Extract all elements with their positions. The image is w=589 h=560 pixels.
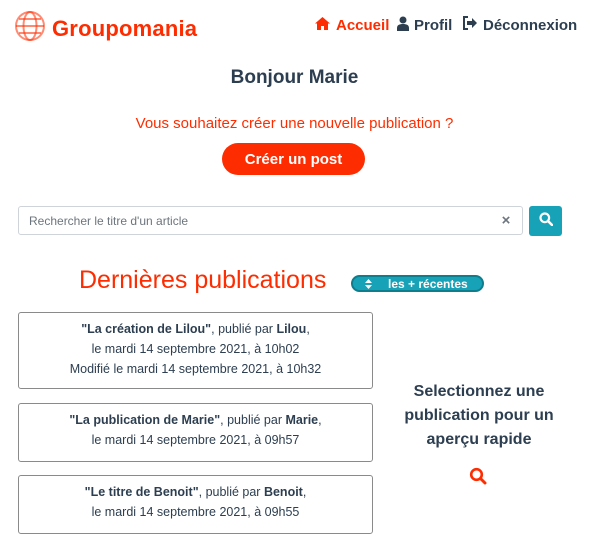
home-icon (314, 16, 331, 35)
logout-icon (462, 16, 478, 34)
globe-logo-icon (14, 10, 46, 47)
nav-profile-label: Profil (414, 17, 453, 34)
publication-title: "Le titre de Benoit" (84, 485, 199, 499)
publication-date: le mardi 14 septembre 2021, à 09h55 (91, 505, 300, 519)
publication-card[interactable]: "La publication de Marie", publié par Ma… (18, 403, 373, 462)
publication-date: le mardi 14 septembre 2021, à 09h57 (91, 433, 300, 447)
clear-search-icon[interactable]: × (496, 212, 516, 229)
search-bar: × (18, 206, 523, 235)
user-icon (397, 16, 409, 35)
published-by-text: , publié par (211, 322, 277, 336)
author-suffix: , (302, 485, 307, 499)
published-by-text: , publié par (198, 485, 264, 499)
publication-title: "La publication de Marie" (69, 413, 221, 427)
publication-heading-line: "La publication de Marie", publié par Ma… (19, 410, 372, 430)
nav-logout-label: Déconnexion (483, 16, 578, 34)
search-icon (538, 211, 553, 231)
author-suffix: , (318, 413, 322, 427)
search-button[interactable] (529, 206, 562, 236)
publication-heading-line: "La création de Lilou", publié par Lilou… (19, 319, 372, 339)
preview-hint: Selectionnez une publication pour un ape… (404, 383, 554, 448)
publication-date: le mardi 14 septembre 2021, à 10h02 (91, 342, 300, 356)
publication-modified-date: Modifié le mardi 14 septembre 2021, à 10… (69, 362, 322, 376)
search-icon (469, 467, 487, 490)
publication-title: "La création de Lilou" (81, 322, 212, 336)
publication-author: Lilou (276, 322, 307, 336)
publication-card[interactable]: "Le titre de Benoit", publié par Benoit,… (18, 475, 373, 534)
publication-heading-line: "Le titre de Benoit", publié par Benoit, (19, 482, 372, 502)
sort-toggle-button[interactable]: les + récentes (351, 275, 484, 292)
create-post-button[interactable]: Créer un post (222, 143, 365, 175)
create-prompt: Vous souhaitez créer une nouvelle public… (135, 115, 454, 132)
author-suffix: , (306, 322, 310, 336)
published-by-text: , publié par (220, 413, 286, 427)
greeting-heading: Bonjour Marie (230, 67, 359, 88)
search-input[interactable] (19, 207, 496, 234)
nav-logout-link[interactable]: Déconnexion (462, 16, 577, 34)
latest-publications-heading: Dernières publications (79, 266, 327, 294)
nav-home-label: Accueil (336, 17, 390, 34)
publication-author: Marie (285, 413, 319, 427)
brand-logo[interactable]: Groupomania (14, 10, 197, 47)
nav-home-link[interactable]: Accueil (314, 16, 389, 35)
sort-label: les + récentes (388, 276, 468, 291)
brand-name: Groupomania (52, 15, 198, 41)
publication-card[interactable]: "La création de Lilou", publié par Lilou… (18, 312, 373, 389)
nav-profile-link[interactable]: Profil (397, 16, 452, 35)
sort-icon (365, 278, 372, 289)
publication-author: Benoit (263, 485, 303, 499)
